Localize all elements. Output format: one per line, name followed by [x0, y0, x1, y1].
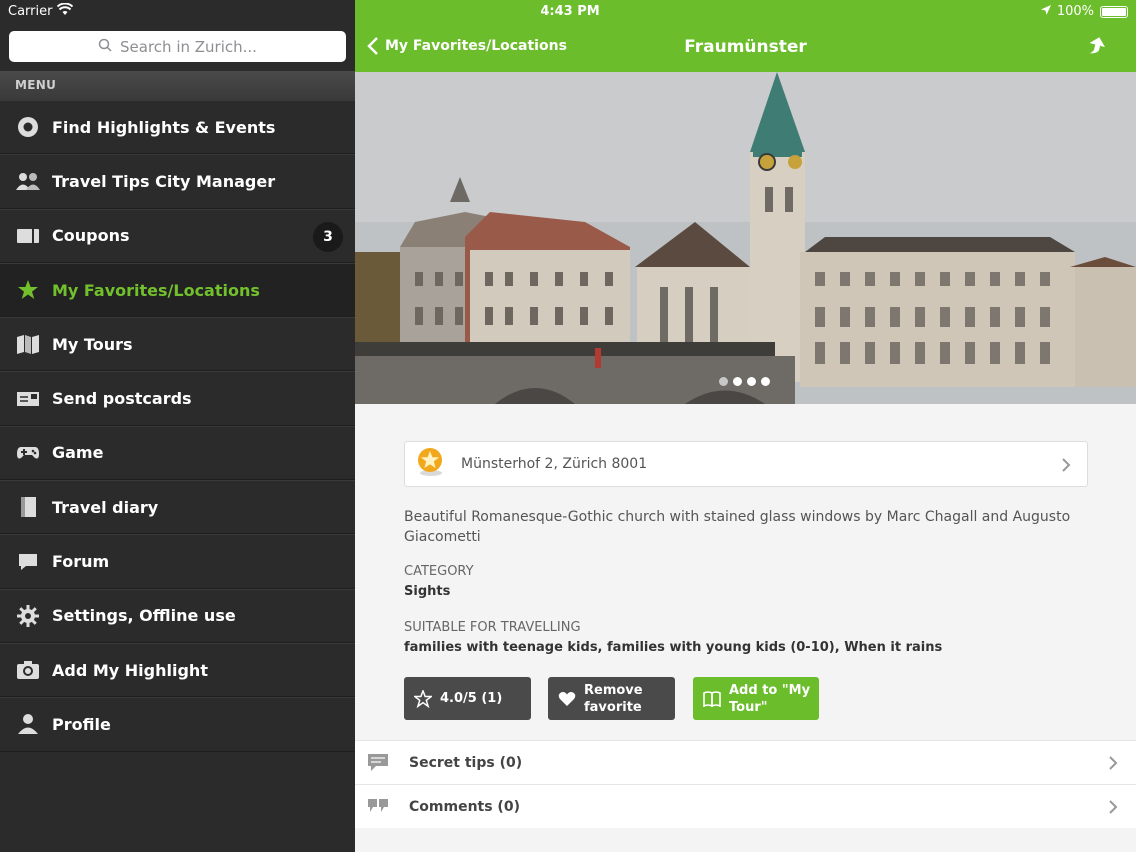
status-time: 4:43 PM	[540, 4, 600, 19]
add-to-tour-label-line2: Tour"	[729, 699, 768, 715]
speech-bubble-icon	[367, 753, 389, 773]
menu-item-travel-diary[interactable]: Travel diary	[0, 480, 355, 535]
add-to-tour-label-line1: Add to "My	[729, 682, 811, 698]
comments-label: Comments (0)	[409, 798, 520, 815]
menu-list: Find Highlights & Events Travel Tips Cit…	[0, 100, 355, 752]
battery-icon	[1100, 5, 1128, 18]
photo-gallery[interactable]	[355, 72, 1136, 404]
remove-favorite-label-line1: Remove	[584, 682, 643, 698]
people-icon	[15, 170, 41, 192]
remove-favorite-button[interactable]: Remove favorite	[548, 677, 675, 720]
camera-icon	[15, 659, 41, 681]
menu-item-travel-tips[interactable]: Travel Tips City Manager	[0, 154, 355, 209]
back-button[interactable]: My Favorites/Locations	[367, 36, 567, 56]
menu-item-profile[interactable]: Profile	[0, 697, 355, 752]
category-value: Sights	[404, 584, 451, 599]
suitable-label: SUITABLE FOR TRAVELLING	[404, 620, 581, 635]
status-bar-right: 100%	[1040, 4, 1128, 19]
chevron-right-icon	[1061, 457, 1071, 477]
gamepad-icon	[15, 442, 41, 464]
page-dot	[747, 377, 756, 386]
menu-item-label: Forum	[52, 552, 110, 572]
photo-page-indicator[interactable]	[719, 377, 770, 386]
menu-item-label: Travel diary	[52, 497, 159, 517]
menu-item-settings[interactable]: Settings, Offline use	[0, 588, 355, 643]
rating-value: 4.0/5 (1)	[440, 691, 503, 706]
menu-item-coupons[interactable]: Coupons 3	[0, 208, 355, 263]
menu-item-label: Game	[52, 443, 104, 463]
chevron-right-icon	[1108, 799, 1118, 819]
menu-item-find-highlights[interactable]: Find Highlights & Events	[0, 100, 355, 155]
search-icon	[98, 38, 112, 56]
menu-item-label: My Tours	[52, 334, 133, 354]
menu-item-label: Coupons	[52, 226, 130, 246]
share-button[interactable]	[1088, 36, 1106, 60]
back-button-label: My Favorites/Locations	[385, 38, 567, 54]
target-icon	[15, 116, 41, 138]
location-arrow-icon	[1040, 4, 1051, 19]
postcard-icon	[15, 388, 41, 410]
carrier-label: Carrier	[8, 4, 53, 19]
share-arrow-icon	[1089, 37, 1105, 54]
location-star-icon	[415, 447, 445, 481]
secret-tips-row[interactable]: Secret tips (0)	[355, 740, 1136, 784]
coupon-icon	[15, 225, 41, 247]
menu-item-forum[interactable]: Forum	[0, 534, 355, 589]
heart-icon	[558, 691, 576, 707]
star-icon	[15, 279, 41, 301]
add-to-tour-button[interactable]: Add to "My Tour"	[693, 677, 819, 720]
menu-item-label: Send postcards	[52, 389, 192, 409]
chevron-left-icon	[367, 37, 378, 55]
menu-item-label: Travel Tips City Manager	[52, 171, 276, 191]
suitable-value: families with teenage kids, families wit…	[404, 640, 943, 655]
category-label: CATEGORY	[404, 564, 474, 579]
star-outline-icon	[414, 689, 432, 708]
diary-icon	[15, 496, 41, 518]
menu-item-game[interactable]: Game	[0, 425, 355, 481]
chevron-right-icon	[1108, 755, 1118, 775]
rating-button[interactable]: 4.0/5 (1)	[404, 677, 531, 720]
menu-item-label: Add My Highlight	[52, 660, 208, 680]
menu-item-my-favorites[interactable]: My Favorites/Locations	[0, 262, 355, 318]
person-icon	[15, 713, 41, 735]
chat-icon	[15, 551, 41, 573]
menu-item-send-postcards[interactable]: Send postcards	[0, 371, 355, 426]
coupons-count-badge: 3	[313, 221, 343, 252]
page-title: Fraumünster	[684, 37, 807, 57]
menu-item-my-tours[interactable]: My Tours	[0, 317, 355, 372]
add-to-tour-label: Add to "My Tour"	[729, 682, 810, 716]
secret-tips-label: Secret tips (0)	[409, 754, 523, 771]
remove-favorite-label-line2: favorite	[584, 699, 642, 715]
detail-view: 4:43 PM 100% My Favorites/Locations Frau…	[355, 0, 1136, 852]
quote-icon	[367, 798, 389, 816]
navigation-bar: 4:43 PM 100% My Favorites/Locations Frau…	[355, 0, 1136, 72]
place-description: Beautiful Romanesque-Gothic church with …	[404, 509, 1071, 545]
menu-section-header: MENU	[0, 71, 355, 100]
menu-item-label: Profile	[52, 714, 111, 734]
page-dot	[719, 377, 728, 386]
menu-item-label: Settings, Offline use	[52, 606, 236, 626]
gear-icon	[15, 604, 41, 627]
book-icon	[703, 690, 721, 707]
sidebar-menu: Carrier Search in Zurich... MENU Find Hi…	[0, 0, 355, 852]
map-icon	[15, 333, 41, 355]
search-input[interactable]: Search in Zurich...	[9, 31, 346, 62]
menu-item-add-highlight[interactable]: Add My Highlight	[0, 642, 355, 698]
page-dot	[761, 377, 770, 386]
status-bar-left: Carrier	[0, 0, 355, 24]
address-text: Münsterhof 2, Zürich 8001	[461, 456, 648, 472]
fraumunster-photo	[355, 72, 1136, 404]
battery-percent: 100%	[1056, 4, 1094, 19]
remove-favorite-label: Remove favorite	[584, 682, 643, 716]
search-placeholder: Search in Zurich...	[120, 37, 257, 56]
wifi-icon	[56, 2, 74, 21]
page-dot	[733, 377, 742, 386]
comments-row[interactable]: Comments (0)	[355, 784, 1136, 828]
address-row[interactable]: Münsterhof 2, Zürich 8001	[404, 441, 1088, 487]
menu-item-label: Find Highlights & Events	[52, 117, 276, 137]
menu-item-label: My Favorites/Locations	[52, 280, 260, 300]
